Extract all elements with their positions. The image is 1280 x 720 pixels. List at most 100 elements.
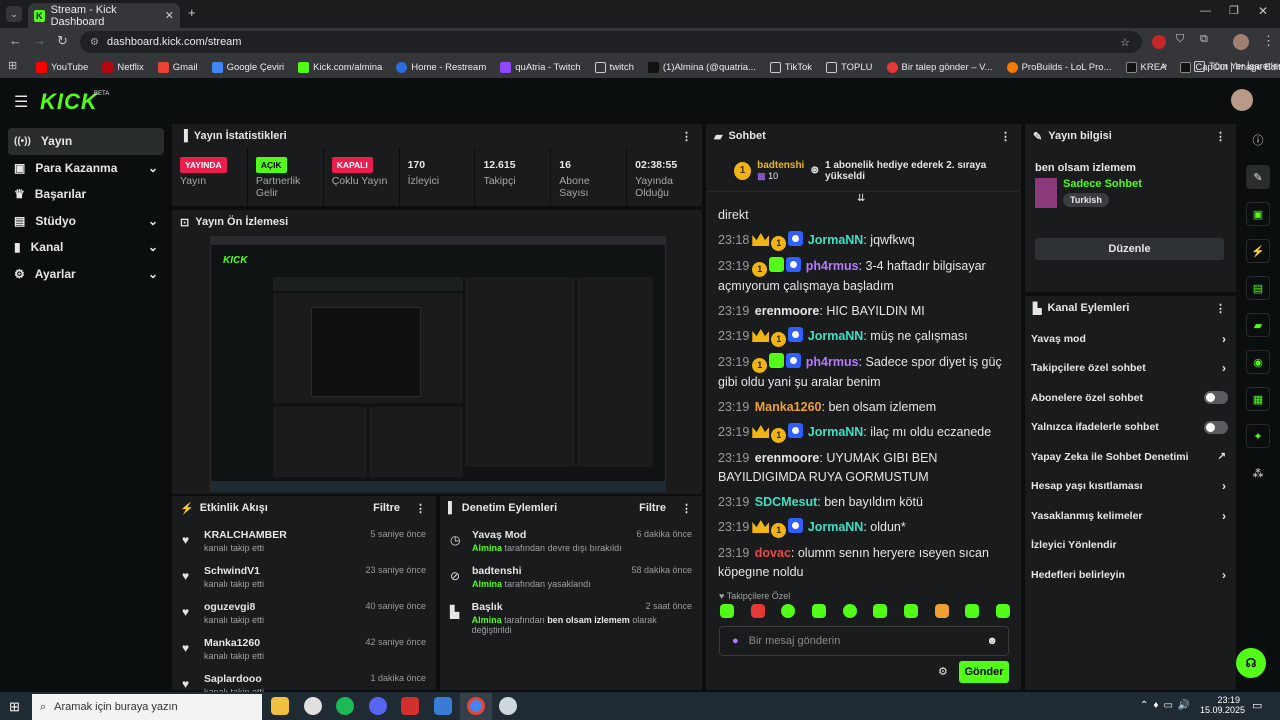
browser-tab[interactable]: K Stream - Kick Dashboard ✕ [28,3,180,28]
chat-menu-icon[interactable]: ⋮ [1000,130,1011,143]
chat-settings-gear-icon[interactable]: ⚙ [938,665,948,678]
bookmark-google-translate[interactable]: Google Çeviri [211,61,284,73]
broadcast-tool-icon[interactable]: ◉ [1246,350,1270,374]
close-tab-icon[interactable]: ✕ [165,9,174,22]
file-explorer-icon[interactable] [271,697,289,715]
nav-item-kanal[interactable]: ▮ Kanal ⌄ [8,234,164,261]
info-menu-icon[interactable]: ⋮ [1215,130,1226,143]
site-info-icon[interactable]: ⚙ [90,37,99,48]
windows-start-icon[interactable]: ⊞ [9,699,20,715]
channel-action-item[interactable]: Yavaş mod › [1025,324,1236,354]
chat-username[interactable]: SDCMesut [755,495,818,509]
tab-search-icon[interactable]: ⌄ [6,6,22,22]
channel-action-item[interactable]: Hesap yaşı kısıtlaması › [1025,472,1236,502]
bookmark-twitch-quatria[interactable]: quAtria - Twitch [500,61,581,73]
share-icon[interactable]: ⁂ [1246,461,1270,485]
channel-action-item[interactable]: Abonelere özel sohbet [1025,383,1236,413]
taskbar-clock[interactable]: 23:19 15.09.2025 [1200,695,1245,715]
chat-username[interactable]: ph4rmus [806,259,859,273]
taskbar-search[interactable]: ⌕ Aramak için buraya yazın [32,694,262,720]
emote-icon[interactable] [934,604,949,618]
send-button[interactable]: Gönder [959,661,1009,683]
bookmark-star-icon[interactable]: ☆ [1120,36,1130,49]
nav-item-yayin[interactable]: ((•)) Yayın [8,128,164,155]
bookmark-support-request[interactable]: Bir talep gönder – V... [886,61,993,73]
wrench-icon[interactable]: ✦ [1246,424,1270,448]
chat-username[interactable]: Manka1260 [755,400,822,414]
chat-username[interactable]: JormaNN [808,520,864,534]
channel-action-item[interactable]: Yapay Zeka ile Sohbet Denetimi ↗ [1025,442,1236,472]
emote-icon[interactable] [965,604,980,618]
discord-icon[interactable] [369,697,387,715]
emote-icon[interactable] [873,604,888,618]
toggle-switch[interactable] [1204,420,1228,434]
toggle-switch[interactable] [1204,391,1228,405]
chat-username[interactable]: erenmoore [755,304,820,318]
bookmark-tiktok-almina[interactable]: (1)Almina (@quatria... [647,61,756,73]
chat-username[interactable]: JormaNN [808,233,864,247]
channel-action-item[interactable]: Yalnızca ifadelerle sohbet [1025,413,1236,443]
apps-grid-icon[interactable]: ⊞ [8,59,17,72]
layout-tool-icon[interactable]: ▦ [1246,387,1270,411]
bookmark-kick[interactable]: Kick.com/almina [298,61,382,73]
minimize-icon[interactable]: — [1200,5,1211,17]
extension-icon[interactable] [1152,35,1166,49]
emote-icon[interactable] [781,604,796,618]
bookmark-folder-twitch[interactable]: twitch [594,61,634,73]
extensions-puzzle-icon[interactable]: ⧉ [1200,33,1208,46]
more-bookmarks-icon[interactable]: » [1162,60,1167,71]
profile-avatar[interactable] [1233,34,1249,50]
all-bookmarks[interactable]: Tüm Yer İşaretleri [1194,61,1280,72]
forward-icon[interactable]: → [33,33,46,48]
hamburger-menu-icon[interactable]: ☰ [14,92,28,112]
notification-icon[interactable]: ▭ [1252,699,1262,712]
reload-icon[interactable]: ↻ [57,33,68,49]
channel-menu-icon[interactable]: ⋮ [1215,302,1226,315]
nav-item-para-kazanma[interactable]: ▣ Para Kazanma ⌄ [8,155,164,182]
chat-username[interactable]: dovac [755,546,791,560]
bookmark-gmail[interactable]: Gmail [157,61,198,73]
nav-item-studyo[interactable]: ▤ Stüdyo ⌄ [8,208,164,235]
close-window-icon[interactable]: ✕ [1258,4,1268,18]
back-icon[interactable]: ← [9,33,22,48]
channel-action-item[interactable]: Yasaklanmış kelimeler › [1025,501,1236,531]
taskbar-app-icon[interactable] [434,697,452,715]
new-tab-icon[interactable]: + [188,5,196,20]
lightning-tool-icon[interactable]: ⚡ [1246,239,1270,263]
feed-menu-icon[interactable]: ⋮ [415,502,426,515]
category-name[interactable]: Sadece Sohbet [1063,178,1142,190]
emote-icon[interactable] [995,604,1010,618]
system-tray-icons[interactable]: ⌃♦▭🔊 [1140,700,1195,711]
notes-icon[interactable]: ▤ [1246,276,1270,300]
bookmark-krea[interactable]: KREA [1125,61,1166,73]
bookmark-folder-tiktok[interactable]: TikTok [769,61,812,73]
mod-filter-button[interactable]: Filtre [639,502,666,514]
bookmark-netflix[interactable]: Netflix [102,61,144,73]
chat-username[interactable]: erenmoore [755,451,820,465]
chat-username[interactable]: JormaNN [808,329,864,343]
edit-button[interactable]: Düzenle [1035,238,1224,260]
bookmark-youtube[interactable]: YouTube [36,61,88,73]
emote-icon[interactable] [720,604,734,618]
channel-action-item[interactable]: Hedefleri belirleyin › [1025,560,1236,590]
emote-icon[interactable] [903,604,918,618]
user-avatar[interactable] [1231,89,1253,111]
chat-tool-icon[interactable]: ▰ [1246,313,1270,337]
channel-action-item[interactable]: Takipçilere özel sohbet › [1025,354,1236,384]
taskbar-app-icon[interactable] [304,697,322,715]
chat-username[interactable]: JormaNN [808,425,864,439]
chat-input[interactable]: ● Bir mesaj gönderin ☻ [719,626,1009,656]
taskbar-app-icon[interactable] [499,697,517,715]
kick-logo[interactable]: KICK [40,89,98,115]
clip-icon[interactable]: ▣ [1246,202,1270,226]
channel-action-item[interactable]: İzleyici Yönlendir [1025,531,1236,561]
bookmark-restream[interactable]: Home - Restream [396,61,486,73]
spotify-icon[interactable] [336,697,354,715]
expand-pinned-icon[interactable]: ⇊ [857,193,865,204]
browser-menu-icon[interactable]: ⋮ [1262,33,1275,49]
feed-filter-button[interactable]: Filtre [373,502,400,514]
url-field[interactable]: ⚙ dashboard.kick.com/stream ☆ [80,31,1142,53]
emote-icon[interactable] [750,604,765,618]
chat-username[interactable]: ph4rmus [806,355,859,369]
chrome-icon[interactable] [467,697,485,715]
